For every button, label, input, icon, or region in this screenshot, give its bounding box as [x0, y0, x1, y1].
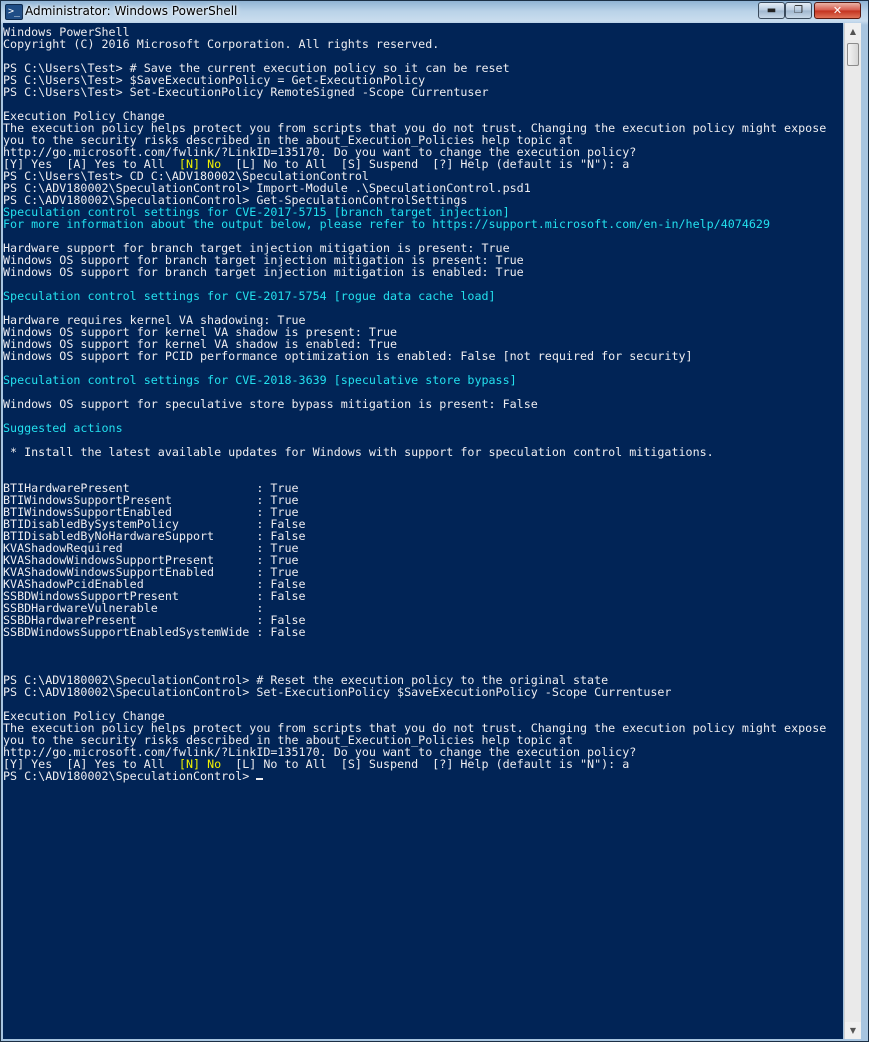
minimize-button[interactable]: ▬ [758, 2, 785, 19]
console-line: Windows OS support for branch target inj… [3, 266, 826, 278]
console-line: Speculation control settings for CVE-201… [3, 374, 826, 386]
console-line: SSBDWindowsSupportEnabledSystemWide : Fa… [3, 626, 826, 638]
scrollbar-thumb[interactable] [847, 43, 859, 66]
close-icon: ✕ [832, 4, 843, 17]
console-text-segment: PS C:\ADV180002\SpeculationControl> Set-… [3, 685, 672, 699]
console-line: For more information about the output be… [3, 218, 826, 230]
console-text-segment: SSBDWindowsSupportEnabledSystemWide : Fa… [3, 625, 306, 639]
console-line: Windows OS support for PCID performance … [3, 350, 826, 362]
console-line: * Install the latest available updates f… [3, 446, 826, 458]
vertical-scrollbar[interactable]: ▲ ▼ [844, 23, 861, 1039]
console-text-segment: Windows OS support for speculative store… [3, 397, 538, 411]
console-text-segment: PS C:\ADV180002\SpeculationControl> [3, 769, 257, 783]
console-text-segment: Suggested actions [3, 421, 123, 435]
console-line: PS C:\ADV180002\SpeculationControl> [3, 770, 826, 782]
scroll-down-arrow-icon[interactable]: ▼ [845, 1022, 861, 1039]
console-line: PS C:\ADV180002\SpeculationControl> Set-… [3, 686, 826, 698]
minimize-icon: ▬ [766, 5, 777, 16]
powershell-window: >_ Administrator: Windows PowerShell ▬ ❐… [0, 0, 869, 1042]
title-bar[interactable]: >_ Administrator: Windows PowerShell ▬ ❐… [1, 1, 868, 23]
console-text-segment: Windows OS support for branch target inj… [3, 265, 524, 279]
window-title: Administrator: Windows PowerShell [25, 4, 238, 18]
console-text-segment: [L] No to All [S] Suspend [?] Help (defa… [221, 757, 630, 771]
console-line: Speculation control settings for CVE-201… [3, 290, 826, 302]
console-text-segment: Copyright (C) 2016 Microsoft Corporation… [3, 37, 440, 51]
console-line: Suggested actions [3, 422, 826, 434]
console-text: Windows PowerShell Copyright (C) 2016 Mic… [3, 26, 826, 782]
console-output[interactable]: Windows PowerShell Copyright (C) 2016 Mic… [3, 23, 843, 1039]
console-text-segment: For more information about the output be… [3, 217, 770, 231]
scroll-up-arrow-icon[interactable]: ▲ [845, 23, 861, 40]
console-text-segment: * Install the latest available updates f… [3, 445, 714, 459]
console-text-segment: Windows OS support for PCID performance … [3, 349, 693, 363]
maximize-icon: ❐ [794, 5, 803, 16]
console-line: PS C:\Users\Test> Set-ExecutionPolicy Re… [3, 86, 826, 98]
close-button[interactable]: ✕ [814, 2, 861, 19]
console-line: Copyright (C) 2016 Microsoft Corporation… [3, 38, 826, 50]
maximize-button[interactable]: ❐ [785, 2, 812, 19]
console-text-segment: Speculation control settings for CVE-201… [3, 289, 496, 303]
text-cursor [256, 778, 264, 780]
powershell-icon[interactable]: >_ [5, 4, 23, 20]
console-text-segment: Speculation control settings for CVE-201… [3, 373, 517, 387]
console-text-segment: PS C:\Users\Test> Set-ExecutionPolicy Re… [3, 85, 489, 99]
console-line: Windows OS support for speculative store… [3, 398, 826, 410]
